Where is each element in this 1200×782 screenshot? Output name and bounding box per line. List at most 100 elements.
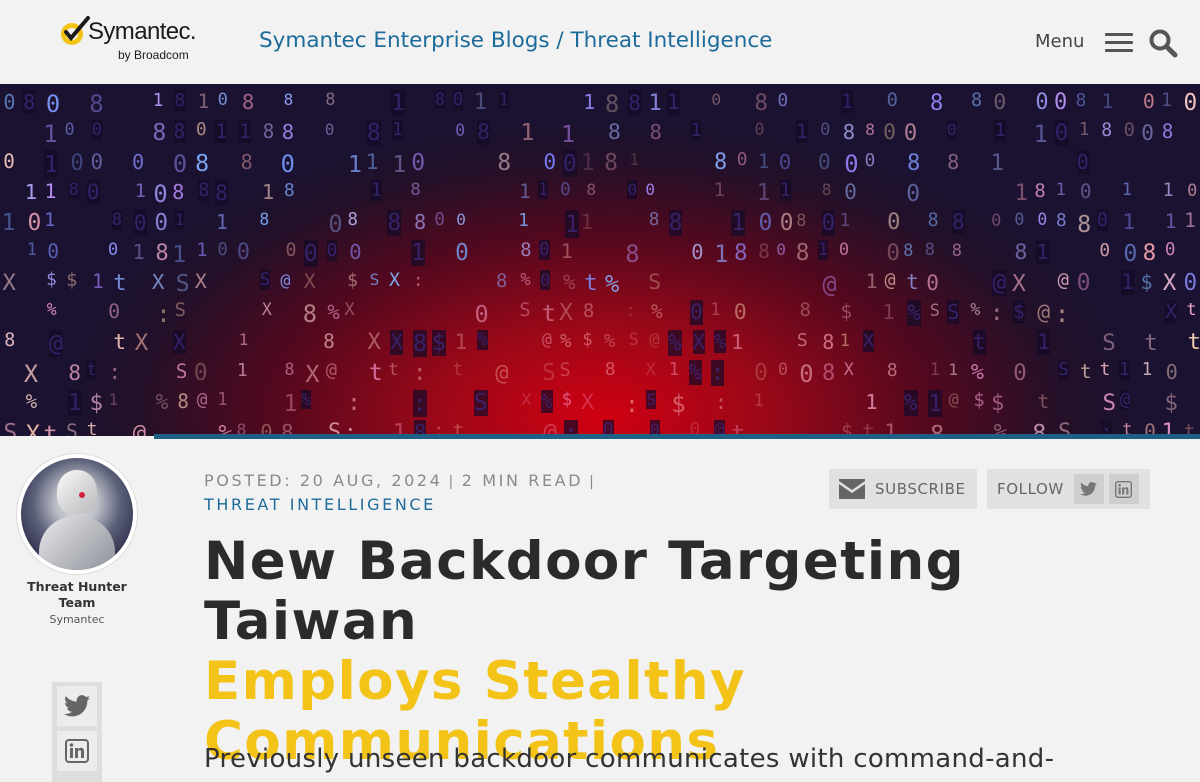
binary-glyph: % xyxy=(25,390,38,413)
author-avatar[interactable] xyxy=(17,454,137,574)
binary-glyph: 0 xyxy=(3,150,15,173)
binary-glyph: 8 xyxy=(283,90,294,109)
logo-wordmark: Symantec. xyxy=(88,18,197,45)
binary-glyph: 8 xyxy=(177,390,189,413)
binary-glyph: @ xyxy=(1119,390,1131,410)
share-linkedin-button[interactable] xyxy=(57,731,97,771)
binary-glyph: $ xyxy=(561,390,573,410)
binary-glyph: 8 xyxy=(240,150,253,174)
subscribe-label: SUBSCRIBE xyxy=(875,480,966,498)
binary-glyph: 0 xyxy=(540,270,551,290)
binary-glyph: 1 xyxy=(564,210,580,238)
binary-glyph: 1 xyxy=(1055,180,1067,200)
binary-glyph: 8 xyxy=(281,120,295,144)
binary-glyph: S xyxy=(542,360,556,386)
binary-glyph: 8 xyxy=(582,300,595,322)
binary-glyph: 0 xyxy=(844,180,857,205)
binary-glyph: 8 xyxy=(714,150,728,175)
binary-glyph: 1 xyxy=(731,210,746,236)
binary-glyph: X xyxy=(23,360,39,388)
search-icon[interactable] xyxy=(1148,28,1178,58)
binary-glyph: 0 xyxy=(133,210,147,235)
binary-glyph: t xyxy=(368,360,383,386)
title-line-2: Employs Stealthy xyxy=(204,651,746,712)
binary-glyph: 1 xyxy=(1164,210,1177,233)
binary-glyph: 8 xyxy=(1014,240,1028,265)
binary-glyph: 0 xyxy=(777,90,789,111)
binary-glyph: X xyxy=(521,390,532,409)
binary-glyph: 0 xyxy=(285,240,297,261)
binary-glyph: 0 xyxy=(154,210,169,236)
binary-glyph: 8 xyxy=(924,240,935,260)
binary-glyph: 8 xyxy=(495,270,508,292)
binary-glyph: X xyxy=(305,360,320,388)
binary-glyph: 1 xyxy=(410,240,425,266)
binary-glyph: 0 xyxy=(27,210,42,236)
binary-glyph: 1 xyxy=(1184,210,1196,232)
follow-linkedin-button[interactable] xyxy=(1108,474,1139,504)
follow-twitter-button[interactable] xyxy=(1073,474,1104,504)
binary-glyph: 0 xyxy=(991,210,1002,230)
binary-glyph: 1 xyxy=(560,240,573,263)
binary-glyph: 0 xyxy=(1013,360,1027,386)
binary-glyph: $ xyxy=(431,330,446,356)
author-name[interactable]: Threat Hunter Team xyxy=(17,579,137,611)
binary-glyph: % xyxy=(970,300,981,319)
binary-glyph: 1 xyxy=(108,390,119,409)
binary-code-pattern: 0808181088818011188110801088000810101008… xyxy=(0,84,1200,436)
binary-glyph: 0 xyxy=(1141,120,1154,145)
binary-glyph: S xyxy=(175,270,190,297)
binary-glyph: X xyxy=(2,270,16,296)
binary-glyph: X xyxy=(25,420,40,436)
binary-glyph: $ xyxy=(347,270,359,291)
binary-glyph: S xyxy=(796,330,808,351)
binary-glyph: 1 xyxy=(1121,270,1135,295)
binary-glyph: 1 xyxy=(26,240,37,260)
binary-glyph: S xyxy=(473,390,488,416)
binary-glyph: % xyxy=(562,270,576,294)
binary-glyph: 8 xyxy=(648,210,660,230)
binary-glyph: 8 xyxy=(586,180,597,199)
binary-glyph: S xyxy=(947,300,960,324)
symantec-logo[interactable]: Symantec. by Broadcom xyxy=(58,14,203,64)
binary-glyph: 8 xyxy=(520,240,532,261)
share-twitter-button[interactable] xyxy=(57,686,97,726)
binary-glyph: 8 xyxy=(68,360,82,385)
binary-glyph: 1 xyxy=(990,150,1005,176)
binary-glyph: $ xyxy=(1164,390,1178,416)
binary-glyph: 0 xyxy=(107,240,119,260)
binary-glyph: @ xyxy=(649,330,660,350)
binary-glyph: % xyxy=(520,270,531,290)
binary-glyph: 1 xyxy=(668,360,680,380)
hamburger-menu-icon[interactable] xyxy=(1105,33,1133,53)
subscribe-button[interactable]: SUBSCRIBE xyxy=(829,469,977,509)
binary-glyph: 8 xyxy=(242,90,255,114)
author-org: Symantec xyxy=(49,613,105,626)
binary-glyph: 1 xyxy=(865,390,878,414)
binary-glyph: 8 xyxy=(821,360,836,386)
binary-glyph: : xyxy=(624,390,639,418)
binary-glyph: 1 xyxy=(818,240,829,260)
binary-glyph: 1 xyxy=(994,120,1006,141)
binary-glyph: 8 xyxy=(929,90,944,116)
binary-glyph: : xyxy=(625,300,636,320)
binary-glyph: 1 xyxy=(519,180,531,203)
binary-glyph: 0 xyxy=(1035,90,1049,115)
binary-glyph: 0 xyxy=(1164,240,1176,260)
binary-glyph: 0 xyxy=(733,300,747,325)
article-summary: Previously unseen backdoor communicates … xyxy=(204,744,1055,774)
binary-glyph: $ xyxy=(990,390,1005,416)
binary-glyph: 1 xyxy=(44,150,59,178)
category-link[interactable]: THREAT INTELLIGENCE xyxy=(204,495,436,514)
binary-glyph: 0 xyxy=(1037,210,1048,229)
binary-glyph: 8 xyxy=(410,180,421,200)
binary-glyph: 1 xyxy=(473,90,487,115)
binary-glyph: 0 xyxy=(64,120,75,139)
binary-glyph: 8 xyxy=(89,90,104,118)
binary-glyph: 1 xyxy=(882,300,895,324)
binary-glyph: S xyxy=(369,270,380,289)
site-title[interactable]: Symantec Enterprise Blogs / Threat Intel… xyxy=(259,28,772,53)
binary-glyph: 1 xyxy=(365,150,379,175)
binary-glyph: 1 xyxy=(1141,360,1153,380)
menu-label[interactable]: Menu xyxy=(1035,31,1084,52)
